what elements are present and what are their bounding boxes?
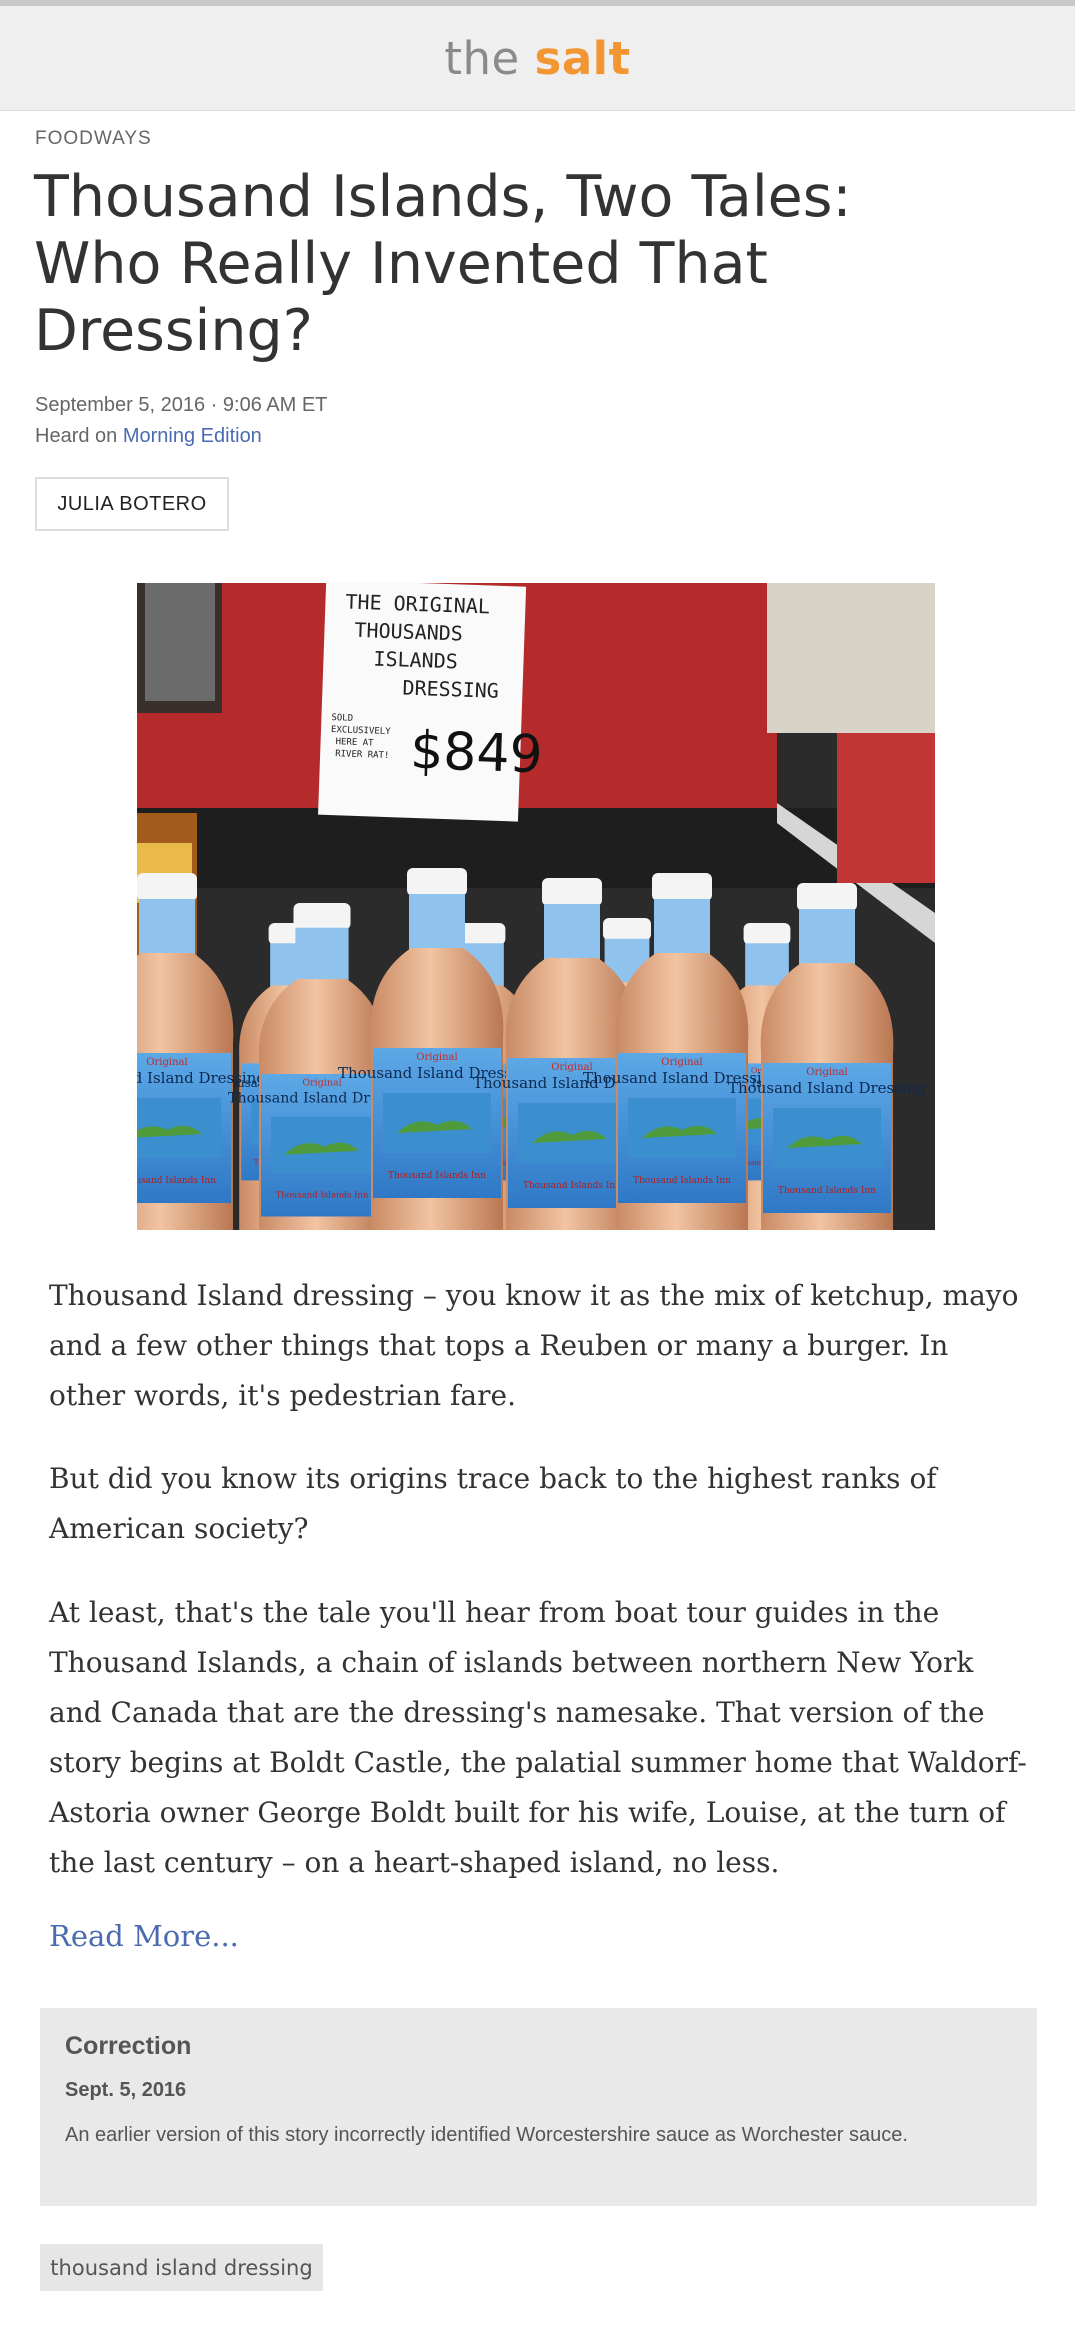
publish-date: September 5, 2016 · 9:06 AM ET bbox=[35, 394, 328, 416]
sign-line-1: THE ORIGINAL bbox=[345, 589, 490, 618]
dateline: September 5, 2016 · 9:06 AM ET Heard on … bbox=[35, 390, 327, 452]
article-headline: Thousand Islands, Two Tales: Who Really … bbox=[34, 164, 852, 364]
correction-text: An earlier version of this story incorre… bbox=[65, 2124, 908, 2146]
sign-line-4: DRESSING bbox=[402, 675, 499, 702]
correction-date: Sept. 5, 2016 bbox=[65, 2079, 187, 2101]
bottle-label-text: Thousand Island Dressing bbox=[728, 1079, 926, 1097]
article-paragraph-3: At least, that's the tale you'll hear fr… bbox=[49, 1596, 1027, 1879]
sign-side-2: EXCLUSIVELY bbox=[331, 725, 391, 737]
bottle-label-inn: Thousand Islands Inn bbox=[633, 1176, 731, 1186]
program-link[interactable]: Morning Edition bbox=[123, 425, 262, 447]
read-more-link[interactable]: Read More... bbox=[49, 1919, 239, 1953]
bottle-label-inn: Thousand Islands Inn bbox=[778, 1186, 876, 1196]
bottle-label-original: Original bbox=[806, 1067, 847, 1078]
price-sign: THE ORIGINAL THOUSANDS ISLANDS DRESSING … bbox=[318, 583, 544, 822]
sign-side-1: SOLD bbox=[331, 713, 353, 724]
bottle-label-original: Original bbox=[302, 1077, 341, 1088]
site-header: the salt bbox=[0, 6, 1075, 111]
bottle-label-inn: Thousand Islands Inn bbox=[275, 1191, 369, 1201]
bottle-label-inn: Thousand Islands Inn bbox=[523, 1181, 621, 1191]
correction-title: Correction bbox=[65, 2032, 192, 2060]
dressing-bottles-image: THE ORIGINAL THOUSANDS ISLANDS DRESSING … bbox=[137, 583, 935, 1230]
correction-box: Correction Sept. 5, 2016 An earlier vers… bbox=[40, 2008, 1037, 2206]
section-label[interactable]: FOODWAYS bbox=[35, 128, 152, 150]
article-paragraph-1: Thousand Island dressing – you know it a… bbox=[49, 1279, 1019, 1412]
sign-side-3: HERE AT bbox=[335, 737, 374, 748]
bottle-label-text: Thousand Island Dressing bbox=[137, 1069, 266, 1087]
the-salt-logo[interactable]: the salt bbox=[444, 32, 630, 85]
logo-the: the bbox=[444, 31, 520, 85]
heard-on: Heard on Morning Edition bbox=[35, 421, 327, 452]
bottle-label-original: Original bbox=[661, 1057, 702, 1068]
sign-line-2: THOUSANDS bbox=[354, 618, 463, 646]
sign-line-3: ISLANDS bbox=[373, 646, 458, 673]
author-byline[interactable]: JULIA BOTERO bbox=[35, 477, 229, 531]
article-paragraph-2: But did you know its origins trace back … bbox=[49, 1462, 937, 1545]
heard-on-prefix: Heard on bbox=[35, 425, 123, 447]
bottle-label-original: Original bbox=[416, 1052, 457, 1063]
article-photo: THE ORIGINAL THOUSANDS ISLANDS DRESSING … bbox=[137, 583, 935, 1230]
bottle-label-inn: Thousand Islands Inn bbox=[388, 1171, 486, 1181]
sign-price: $849 bbox=[409, 721, 543, 786]
tag-link[interactable]: thousand island dressing bbox=[40, 2244, 323, 2291]
sign-side-4: RIVER RAT! bbox=[335, 749, 390, 761]
logo-salt: salt bbox=[534, 31, 631, 85]
bottle-label-inn: Thousand Islands Inn bbox=[137, 1176, 216, 1186]
bottle-label-original: Original bbox=[146, 1057, 187, 1068]
